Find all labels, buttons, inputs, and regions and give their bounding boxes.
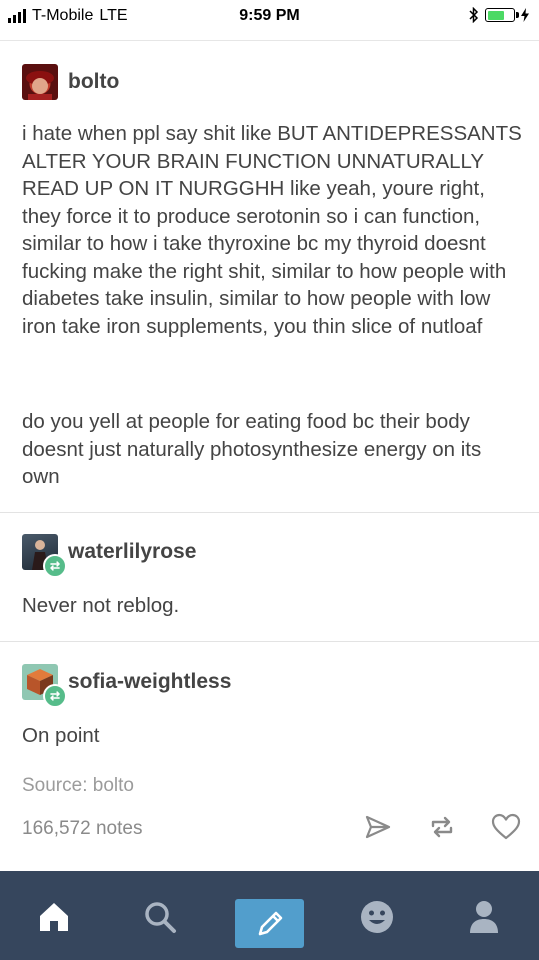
status-right <box>469 7 529 23</box>
source-link[interactable]: Source: bolto <box>22 775 134 797</box>
username[interactable]: waterlilyrose <box>68 540 196 564</box>
avatar[interactable]: ⇄ <box>22 664 67 708</box>
avatar[interactable] <box>22 64 58 100</box>
reblog-badge-icon: ⇄ <box>43 554 67 578</box>
account-icon[interactable] <box>464 897 504 937</box>
notes-count[interactable]: 166,572 notes <box>22 818 142 840</box>
avatar[interactable]: ⇄ <box>22 534 67 578</box>
reblog-badge-icon: ⇄ <box>43 684 67 708</box>
charging-icon <box>521 8 529 22</box>
clock: 9:59 PM <box>239 7 300 24</box>
bottom-navigation <box>0 871 539 960</box>
post-header-bolto[interactable]: bolto <box>22 64 119 100</box>
post-divider <box>0 512 539 513</box>
post-header-waterlilyrose[interactable]: ⇄ waterlilyrose <box>22 534 196 578</box>
compose-icon <box>258 911 282 935</box>
post-paragraph: i hate when ppl say shit like BUT ANTIDE… <box>22 122 522 338</box>
heart-icon[interactable] <box>491 812 521 842</box>
post-header-sofia-weightless[interactable]: ⇄ sofia-weightless <box>22 664 231 708</box>
battery-icon <box>485 8 519 22</box>
username[interactable]: sofia-weightless <box>68 670 231 694</box>
reblog-icon[interactable] <box>427 812 457 842</box>
username[interactable]: bolto <box>68 70 119 94</box>
post-paragraph: do you yell at people for eating food bc… <box>22 410 482 488</box>
activity-icon[interactable] <box>357 897 397 937</box>
bluetooth-icon <box>469 7 479 23</box>
home-icon[interactable] <box>34 897 74 937</box>
status-divider <box>0 40 539 41</box>
post-text: On point <box>22 724 100 747</box>
share-icon[interactable] <box>363 812 393 842</box>
status-bar: T-Mobile LTE 9:59 PM <box>0 0 539 34</box>
post-actions <box>363 812 521 842</box>
post-divider <box>0 641 539 642</box>
post-text: Never not reblog. <box>22 594 180 617</box>
search-icon[interactable] <box>140 897 180 937</box>
compose-button[interactable] <box>235 899 304 948</box>
